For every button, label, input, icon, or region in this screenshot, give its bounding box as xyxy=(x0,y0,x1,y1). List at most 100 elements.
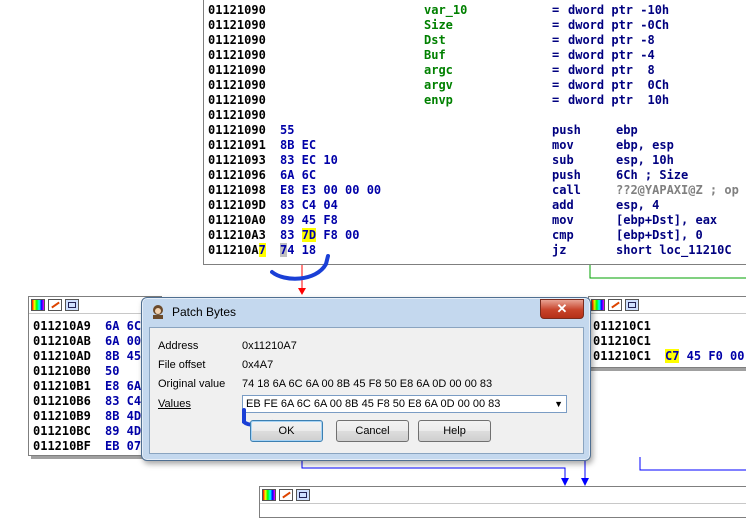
code-line[interactable]: 01121090 argc = dword ptr 8 xyxy=(208,63,746,78)
stack-var-def: dword ptr -8 xyxy=(568,33,655,47)
address: 011210C1 xyxy=(593,349,651,363)
graph-view-icon[interactable] xyxy=(65,299,79,311)
stack-var-name: Buf xyxy=(424,48,446,62)
color-palette-icon[interactable] xyxy=(591,299,605,311)
graph-view-icon[interactable] xyxy=(625,299,639,311)
address: 0112109D xyxy=(208,198,266,212)
code-line[interactable]: 011210C1 xyxy=(593,319,746,334)
code-line[interactable]: 01121093 83 EC 10 sub esp, 10h xyxy=(208,153,746,168)
dialog-titlebar[interactable]: Patch Bytes xyxy=(142,298,590,326)
edge-arrow-blue-2 xyxy=(581,478,589,486)
code-line[interactable]: 01121091 8B EC mov ebp, esp xyxy=(208,138,746,153)
opcode-bytes: 89 45 F8 xyxy=(280,213,338,227)
code-line[interactable]: 011210C1 C7 45 F0 00 xyxy=(593,349,746,364)
code-line[interactable]: 01121090 xyxy=(208,108,746,123)
address: 01121096 xyxy=(208,168,266,182)
code-line[interactable]: 011210C1 xyxy=(593,334,746,349)
opcode-bytes: 83 EC 10 xyxy=(280,153,338,167)
values-label: Values xyxy=(158,398,191,410)
address: 011210C1 xyxy=(593,319,651,333)
address: 01121090 xyxy=(208,48,266,62)
code-line[interactable]: 01121090 var_10 = dword ptr -10h xyxy=(208,3,746,18)
opcode-bytes: 55 xyxy=(280,123,295,137)
address: 011210A7 xyxy=(208,243,266,257)
code-line[interactable]: 01121090 55 push ebp xyxy=(208,123,746,138)
file-offset-label: File offset xyxy=(158,359,206,371)
address: 01121090 xyxy=(208,78,266,92)
values-combobox[interactable]: EB FE 6A 6C 6A 00 8B 45 F8 50 E8 6A 0D 0… xyxy=(242,395,567,413)
edge-arrow-red xyxy=(298,288,306,295)
color-palette-icon[interactable] xyxy=(31,299,45,311)
operand: esp, 4 xyxy=(616,198,660,212)
stack-var-name: Size xyxy=(424,18,453,32)
rename-pencil-icon[interactable] xyxy=(48,299,62,311)
code-line[interactable]: 01121098 E8 E3 00 00 00 call ??2@YAPAXI@Z ;… xyxy=(208,183,746,198)
opcode-bytes: 8B EC xyxy=(280,138,317,152)
address: 01121090 xyxy=(208,108,266,122)
equals-sign: = xyxy=(552,3,560,17)
operand: ebp, esp xyxy=(616,138,674,152)
values-input[interactable]: EB FE 6A 6C 6A 00 8B 45 F8 50 E8 6A 0D 0… xyxy=(246,398,500,410)
code-line[interactable]: 01121090 envp = dword ptr 10h xyxy=(208,93,746,108)
mnemonic: call xyxy=(552,183,581,197)
code-line[interactable]: 01121090 Dst = dword ptr -8 xyxy=(208,33,746,48)
rename-pencil-icon[interactable] xyxy=(279,489,293,501)
address: 011210AB xyxy=(33,334,91,348)
edge-true-branch xyxy=(589,263,746,279)
dialog-body: Address 0x11210A7 File offset 0x4A7 Orig… xyxy=(149,327,584,454)
code-line[interactable]: 01121096 6A 6C push 6Ch ; Size xyxy=(208,168,746,183)
mnemonic: jz xyxy=(552,243,567,257)
mnemonic: cmp xyxy=(552,228,574,242)
stack-var-name: Dst xyxy=(424,33,446,47)
mnemonic: push xyxy=(552,168,581,182)
opcode-bytes: 8B 4D xyxy=(105,409,142,423)
bottom-code-node[interactable] xyxy=(259,486,746,518)
dropdown-arrow-icon[interactable]: ▼ xyxy=(554,396,563,412)
operand: 6Ch ; Size xyxy=(616,168,689,182)
code-line[interactable]: 01121090 Size = dword ptr -0Ch xyxy=(208,18,746,33)
stack-var-def: dword ptr 0Ch xyxy=(568,78,670,92)
code-line[interactable]: 011210A3 83 7D F8 00 cmp [ebp+Dst], 0 xyxy=(208,228,746,243)
ida-app-icon xyxy=(153,305,163,319)
code-line[interactable]: 01121090 Buf = dword ptr -4 xyxy=(208,48,746,63)
equals-sign: = xyxy=(552,48,560,62)
close-button[interactable]: ✕ xyxy=(540,299,584,319)
address: 011210BF xyxy=(33,439,91,453)
address-label: Address xyxy=(158,340,199,352)
operand: ??2@YAPAXI@Z ; op xyxy=(616,183,739,197)
address: 011210A0 xyxy=(208,213,266,227)
ok-button[interactable]: OK xyxy=(250,420,323,442)
rename-pencil-icon[interactable] xyxy=(608,299,622,311)
stack-var-name: envp xyxy=(424,93,453,107)
stack-var-name: argc xyxy=(424,63,453,77)
annotation-underline xyxy=(270,254,330,281)
mnemonic: push xyxy=(552,123,581,137)
cancel-button[interactable]: Cancel xyxy=(336,420,409,442)
equals-sign: = xyxy=(552,78,560,92)
right-code-node[interactable]: 011210C1 011210C1 011210C1 C7 45 F0 00 xyxy=(588,296,746,368)
address: 011210BC xyxy=(33,424,91,438)
original-value-label: Original value xyxy=(158,378,226,390)
address: 011210AD xyxy=(33,349,91,363)
equals-sign: = xyxy=(552,18,560,32)
operand: short loc_11210C xyxy=(616,243,732,257)
code-line[interactable]: 011210A0 89 45 F8 mov [ebp+Dst], eax xyxy=(208,213,746,228)
main-code-node[interactable]: 01121090 var_10 = dword ptr -10h 01121090 Siz… xyxy=(203,0,746,265)
dialog-title: Patch Bytes xyxy=(172,305,237,319)
opcode-bytes: EB 07 xyxy=(105,439,142,453)
address: 011210B0 xyxy=(33,364,91,378)
address: 011210C1 xyxy=(593,334,651,348)
opcode-bytes: 8B 45 xyxy=(105,349,142,363)
address: 011210B9 xyxy=(33,409,91,423)
color-palette-icon[interactable] xyxy=(262,489,276,501)
help-button[interactable]: Help xyxy=(418,420,491,442)
opcode-bytes: 6A 6C xyxy=(105,319,142,333)
address: 011210A9 xyxy=(33,319,91,333)
patch-bytes-dialog[interactable]: Patch Bytes ✕ Address 0x11210A7 File off… xyxy=(141,297,591,461)
mnemonic: add xyxy=(552,198,574,212)
code-line[interactable]: 0112109D 83 C4 04 add esp, 4 xyxy=(208,198,746,213)
graph-view-icon[interactable] xyxy=(296,489,310,501)
code-line[interactable]: 01121090 argv = dword ptr 0Ch xyxy=(208,78,746,93)
mnemonic: mov xyxy=(552,138,574,152)
opcode-bytes: E8 E3 00 00 00 xyxy=(280,183,382,197)
